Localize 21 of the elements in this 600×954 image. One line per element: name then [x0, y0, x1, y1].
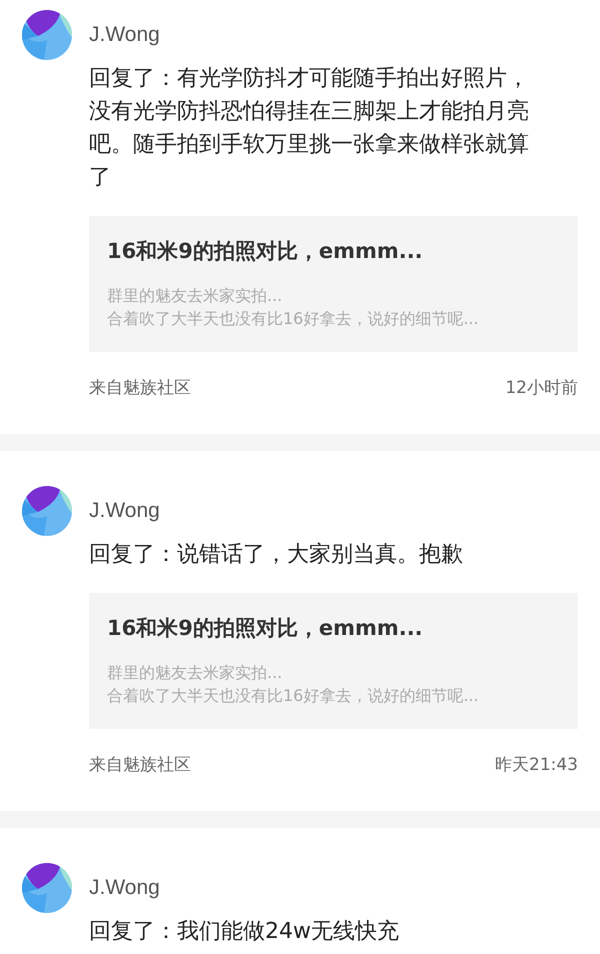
- reply-text: 回复了：有光学防抖才可能随手拍出好照片，没有光学防抖恐怕得挂在三脚架上才能拍月亮吧。随手拍到手软万里挑一张拿来做样张就算了: [89, 65, 529, 192]
- avatar[interactable]: [22, 486, 72, 536]
- quoted-post-title: 16和米9的拍照对比，emmm...: [107, 615, 424, 642]
- avatar[interactable]: [22, 863, 72, 913]
- quoted-post-excerpt: 合着吹了大半天也没有比16好拿去，说好的细节呢...: [107, 685, 480, 707]
- post-time: 12小时前: [505, 377, 578, 399]
- author-name[interactable]: J.Wong: [89, 499, 160, 523]
- quoted-post-card[interactable]: 16和米9的拍照对比，emmm... 群里的魅友去米家实拍... 合着吹了大半天也没有比16好拿去，说好的细节呢...: [89, 216, 578, 352]
- reply-text: 回复了：我们能做24w无线快充: [89, 918, 400, 946]
- author-name[interactable]: J.Wong: [89, 876, 160, 900]
- post-source: 来自魅族社区: [89, 754, 191, 776]
- quoted-post-excerpt: 群里的魅友去米家实拍...: [107, 662, 284, 684]
- post-source: 来自魅族社区: [89, 377, 191, 399]
- author-name[interactable]: J.Wong: [89, 23, 160, 47]
- quoted-post-excerpt: 群里的魅友去米家实拍...: [107, 285, 284, 307]
- quoted-post-title: 16和米9的拍照对比，emmm...: [107, 238, 424, 265]
- avatar[interactable]: [22, 10, 72, 60]
- post-time: 昨天21:43: [495, 754, 578, 776]
- reply-text: 回复了：说错话了，大家别当真。抱歉: [89, 541, 464, 569]
- quoted-post-excerpt: 合着吹了大半天也没有比16好拿去，说好的细节呢...: [107, 308, 480, 330]
- quoted-post-card[interactable]: 16和米9的拍照对比，emmm... 群里的魅友去米家实拍... 合着吹了大半天也没有比16好拿去，说好的细节呢...: [89, 593, 578, 729]
